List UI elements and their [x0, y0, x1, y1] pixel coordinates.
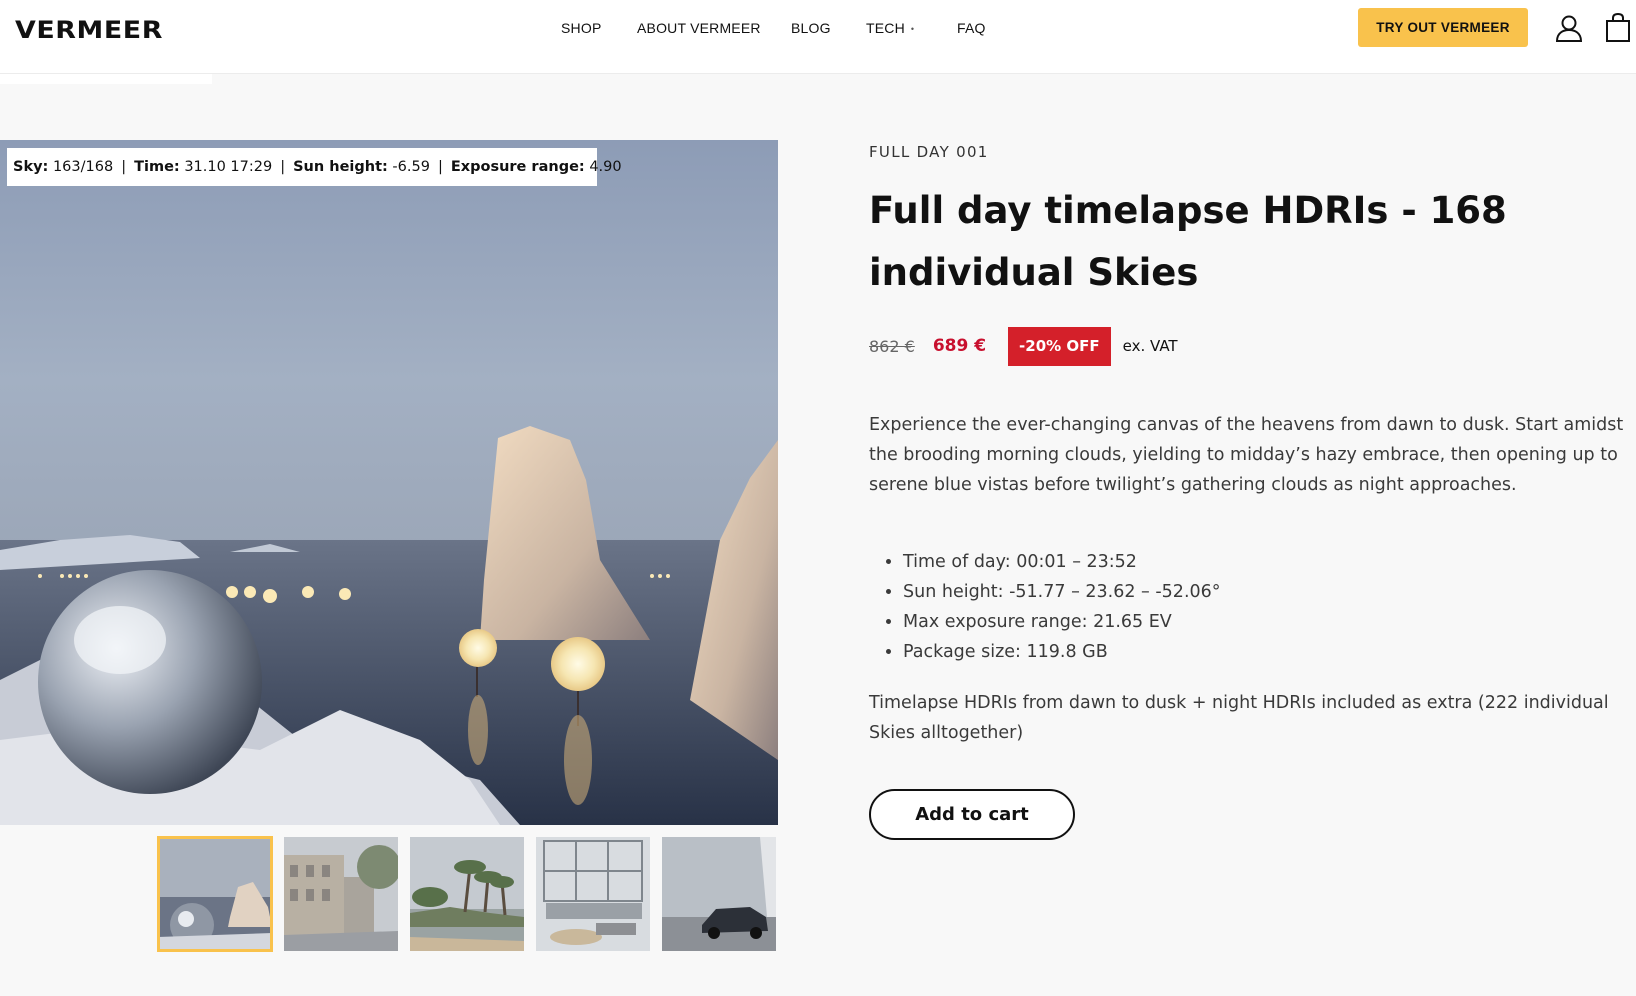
- sky-value: 163/168: [52, 159, 114, 175]
- thumb-car-image: [662, 837, 776, 951]
- discount-badge: -20% OFF: [1008, 326, 1111, 366]
- nav-faq[interactable]: FAQ: [957, 20, 986, 36]
- exposure-range-label: Exposure range:: [450, 159, 585, 175]
- vat-note: ex. VAT: [1122, 337, 1178, 355]
- thumb-palms-lake[interactable]: [410, 837, 524, 951]
- separator: |: [437, 159, 443, 175]
- spec-time-of-day: Time of day: 00:01 – 23:52: [903, 547, 1221, 577]
- thumb-street-image: [284, 837, 398, 951]
- exposure-range-value: 4.90: [589, 159, 622, 175]
- sale-price: 689 €: [932, 336, 987, 356]
- thumb-interior-image: [536, 837, 650, 951]
- nav-blog[interactable]: BLOG: [791, 20, 831, 36]
- header-underline: [0, 74, 212, 84]
- try-out-vermeer-button[interactable]: TRY OUT VERMEER: [1358, 8, 1528, 47]
- spec-sun-height: Sun height: -51.77 – 23.62 – -52.06°: [903, 577, 1221, 607]
- price-row: 862 € 689 € -20% OFF ex. VAT: [869, 326, 1178, 366]
- thumb-sky-spheres[interactable]: [157, 836, 273, 952]
- hdri-scene-illustration: [0, 140, 778, 825]
- thumb-interior[interactable]: [536, 837, 650, 951]
- bag-icon[interactable]: [1605, 13, 1631, 43]
- spec-package-size: Package size: 119.8 GB: [903, 637, 1221, 667]
- nav-tech-label: TECH: [866, 20, 905, 36]
- nav-tech[interactable]: TECH •: [866, 20, 914, 36]
- product-description: Experience the ever-changing canvas of t…: [869, 415, 1624, 495]
- spec-max-exposure: Max exposure range: 21.65 EV: [903, 607, 1221, 637]
- original-price: 862 €: [869, 336, 915, 356]
- sky-info-overlay: Sky: 163/168 | Time: 31.10 17:29 | Sun h…: [7, 148, 622, 186]
- vermeer-logo[interactable]: VERMEER: [15, 16, 163, 44]
- product-extra-note: Timelapse HDRIs from dawn to dusk + nigh…: [869, 693, 1609, 743]
- separator: |: [121, 159, 127, 175]
- sun-height-label: Sun height:: [293, 159, 388, 175]
- time-label: Time:: [134, 159, 180, 175]
- separator: |: [280, 159, 286, 175]
- chevron-down-icon: •: [910, 24, 915, 35]
- thumb-palms-lake-image: [410, 837, 524, 951]
- thumb-car[interactable]: [662, 837, 776, 951]
- time-value: 31.10 17:29: [184, 159, 273, 175]
- thumb-street[interactable]: [284, 837, 398, 951]
- thumb-sky-spheres-image: [158, 837, 272, 951]
- product-main-image[interactable]: [0, 140, 778, 825]
- thumbnail-strip: [0, 836, 778, 952]
- site-header: VERMEER SHOP ABOUT VERMEER BLOG TECH • FA…: [0, 0, 1636, 74]
- user-icon[interactable]: [1555, 14, 1583, 42]
- add-to-cart-button[interactable]: Add to cart: [869, 789, 1075, 840]
- nav-about-vermeer[interactable]: ABOUT VERMEER: [637, 20, 761, 36]
- nav-shop[interactable]: SHOP: [561, 20, 601, 36]
- sky-label: Sky:: [13, 159, 49, 175]
- product-collection-label: FULL DAY 001: [869, 143, 989, 161]
- sun-height-value: -6.59: [392, 159, 430, 175]
- product-specs-list: Time of day: 00:01 – 23:52 Sun height: -…: [903, 547, 1221, 667]
- product-title: Full day timelapse HDRIs - 168 individua…: [869, 189, 1507, 294]
